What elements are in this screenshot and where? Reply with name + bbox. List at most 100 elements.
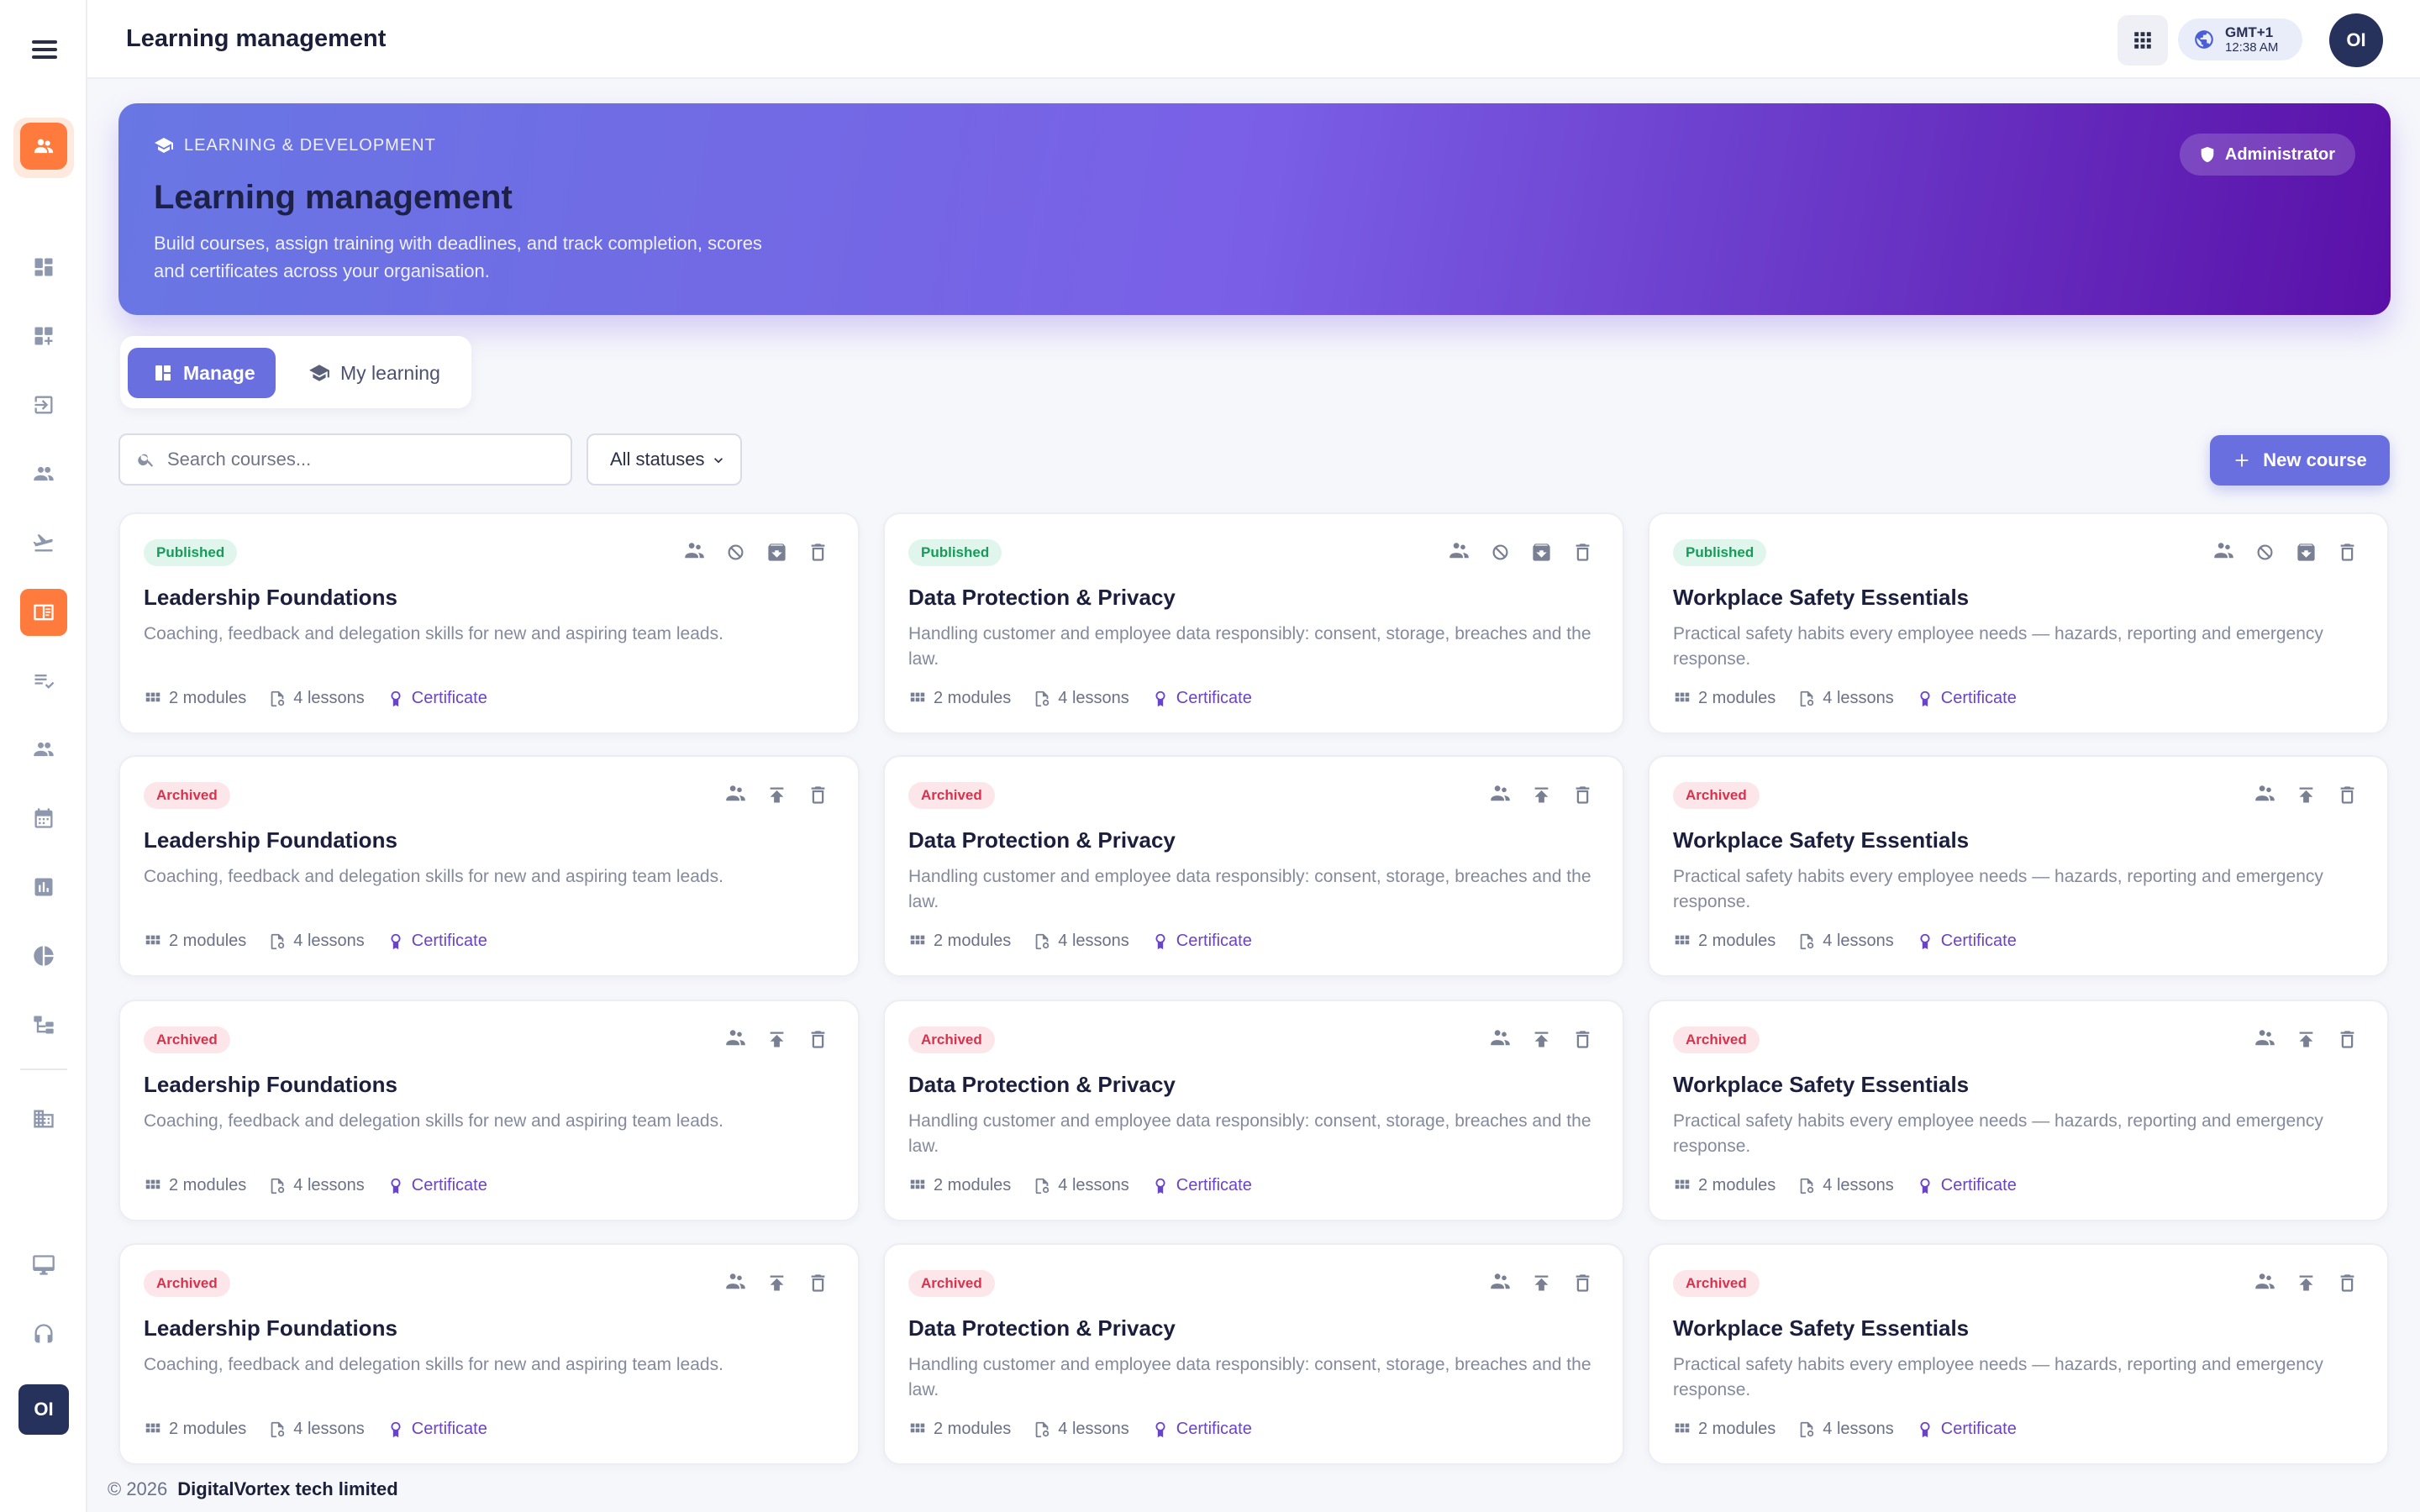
sidebar-workspace-people[interactable] <box>13 118 74 178</box>
lessons-count: 4 lessons <box>1797 689 1894 708</box>
course-card[interactable]: Archived Workplace Safety Essentials Pra… <box>1648 1000 2389 1221</box>
publish-button[interactable] <box>765 1028 788 1051</box>
unpublish-button[interactable] <box>2254 541 2276 564</box>
learning-book-icon[interactable] <box>20 589 67 636</box>
assign-learners-button[interactable] <box>2254 1272 2276 1294</box>
dashboard-icon[interactable] <box>27 250 60 284</box>
course-card[interactable]: Archived Data Protection & Privacy Handl… <box>883 1243 1624 1465</box>
publish-button[interactable] <box>1530 1028 1553 1051</box>
course-title[interactable]: Data Protection & Privacy <box>908 585 1176 611</box>
course-title[interactable]: Data Protection & Privacy <box>908 827 1176 853</box>
assign-learners-button[interactable] <box>2254 1028 2276 1051</box>
assign-learners-icon <box>2214 543 2233 559</box>
people-icon[interactable] <box>27 457 60 491</box>
course-title[interactable]: Leadership Foundations <box>144 1072 397 1098</box>
tab-my-learning[interactable]: My learning <box>297 348 456 398</box>
assign-learners-button[interactable] <box>724 1028 747 1051</box>
delete-button[interactable] <box>1571 541 1594 564</box>
course-title[interactable]: Workplace Safety Essentials <box>1673 1072 1969 1098</box>
pie-chart-icon[interactable] <box>27 939 60 973</box>
publish-button[interactable] <box>765 1272 788 1294</box>
assign-learners-button[interactable] <box>2212 541 2235 564</box>
publish-button[interactable] <box>2295 784 2317 806</box>
publish-button[interactable] <box>2295 1028 2317 1051</box>
course-card[interactable]: Archived Data Protection & Privacy Handl… <box>883 755 1624 977</box>
dashboard-add-icon[interactable] <box>27 319 60 353</box>
assign-learners-button[interactable] <box>1489 784 1512 806</box>
new-course-button[interactable]: New course <box>2210 435 2390 486</box>
certificate-label: Certificate <box>1176 689 1252 707</box>
timezone-clock[interactable]: GMT+1 12:38 AM <box>2178 18 2302 60</box>
flight-icon[interactable] <box>27 526 60 559</box>
assign-learners-button[interactable] <box>683 541 706 564</box>
assign-learners-icon <box>2255 1273 2275 1289</box>
delete-button[interactable] <box>1571 1028 1594 1051</box>
course-card[interactable]: Archived Leadership Foundations Coaching… <box>118 755 860 977</box>
lessons-label: 4 lessons <box>293 1420 365 1438</box>
login-icon[interactable] <box>27 388 60 422</box>
assign-learners-button[interactable] <box>2254 784 2276 806</box>
course-title[interactable]: Data Protection & Privacy <box>908 1072 1176 1098</box>
course-title[interactable]: Workplace Safety Essentials <box>1673 585 1969 611</box>
delete-button[interactable] <box>2336 1272 2359 1294</box>
delete-button[interactable] <box>807 1272 829 1294</box>
status-filter-select[interactable]: All statuses <box>587 433 742 486</box>
publish-button[interactable] <box>2295 1272 2317 1294</box>
calendar-icon[interactable] <box>27 801 60 835</box>
archive-button[interactable] <box>1530 541 1553 564</box>
delete-button[interactable] <box>1571 1272 1594 1294</box>
course-title[interactable]: Data Protection & Privacy <box>908 1315 1176 1341</box>
page-title: Learning management <box>126 25 387 52</box>
delete-button[interactable] <box>807 1028 829 1051</box>
delete-button[interactable] <box>2336 784 2359 806</box>
card-actions <box>2212 541 2359 564</box>
desktop-icon[interactable] <box>27 1248 60 1282</box>
assign-learners-button[interactable] <box>724 1272 747 1294</box>
course-description: Handling customer and employee data resp… <box>908 1111 1591 1156</box>
user-avatar[interactable]: OI <box>2329 13 2383 67</box>
course-card[interactable]: Published Workplace Safety Essentials Pr… <box>1648 512 2389 734</box>
archive-button[interactable] <box>2295 541 2317 564</box>
course-card[interactable]: Archived Workplace Safety Essentials Pra… <box>1648 755 2389 977</box>
delete-button[interactable] <box>2336 1028 2359 1051</box>
course-title[interactable]: Leadership Foundations <box>144 585 397 611</box>
delete-button[interactable] <box>807 541 829 564</box>
headset-icon[interactable] <box>27 1317 60 1351</box>
apps-grid-button[interactable] <box>2118 15 2168 66</box>
course-title[interactable]: Workplace Safety Essentials <box>1673 1315 1969 1341</box>
assign-learners-button[interactable] <box>724 784 747 806</box>
tab-manage[interactable]: Manage <box>128 348 276 398</box>
delete-button[interactable] <box>1571 784 1594 806</box>
course-title[interactable]: Leadership Foundations <box>144 827 397 853</box>
course-card[interactable]: Published Data Protection & Privacy Hand… <box>883 512 1624 734</box>
bar-chart-icon[interactable] <box>27 870 60 904</box>
archive-button[interactable] <box>765 541 788 564</box>
publish-button[interactable] <box>765 784 788 806</box>
sidebar-user-avatar[interactable]: OI <box>18 1384 69 1435</box>
assign-learners-button[interactable] <box>1489 1272 1512 1294</box>
building-icon[interactable] <box>27 1102 60 1136</box>
course-title[interactable]: Leadership Foundations <box>144 1315 397 1341</box>
course-card[interactable]: Archived Workplace Safety Essentials Pra… <box>1648 1243 2389 1465</box>
publish-button[interactable] <box>1530 1272 1553 1294</box>
lessons-label: 4 lessons <box>1823 689 1894 707</box>
unpublish-button[interactable] <box>724 541 747 564</box>
course-card[interactable]: Archived Leadership Foundations Coaching… <box>118 1000 860 1221</box>
lessons-label: 4 lessons <box>1058 932 1129 950</box>
hierarchy-icon[interactable] <box>27 1008 60 1042</box>
assign-learners-button[interactable] <box>1489 1028 1512 1051</box>
course-title[interactable]: Workplace Safety Essentials <box>1673 827 1969 853</box>
unpublish-button[interactable] <box>1489 541 1512 564</box>
assign-learners-button[interactable] <box>1448 541 1470 564</box>
checklist-icon[interactable] <box>27 664 60 697</box>
course-card[interactable]: Published Leadership Foundations Coachin… <box>118 512 860 734</box>
delete-button[interactable] <box>2336 541 2359 564</box>
course-card[interactable]: Archived Data Protection & Privacy Handl… <box>883 1000 1624 1221</box>
team-icon[interactable] <box>27 732 60 766</box>
publish-button[interactable] <box>1530 784 1553 806</box>
course-card[interactable]: Archived Leadership Foundations Coaching… <box>118 1243 860 1465</box>
delete-button[interactable] <box>807 784 829 806</box>
search-input[interactable] <box>167 449 537 470</box>
delete-icon <box>1576 543 1590 561</box>
hamburger-menu-icon[interactable] <box>32 37 60 62</box>
